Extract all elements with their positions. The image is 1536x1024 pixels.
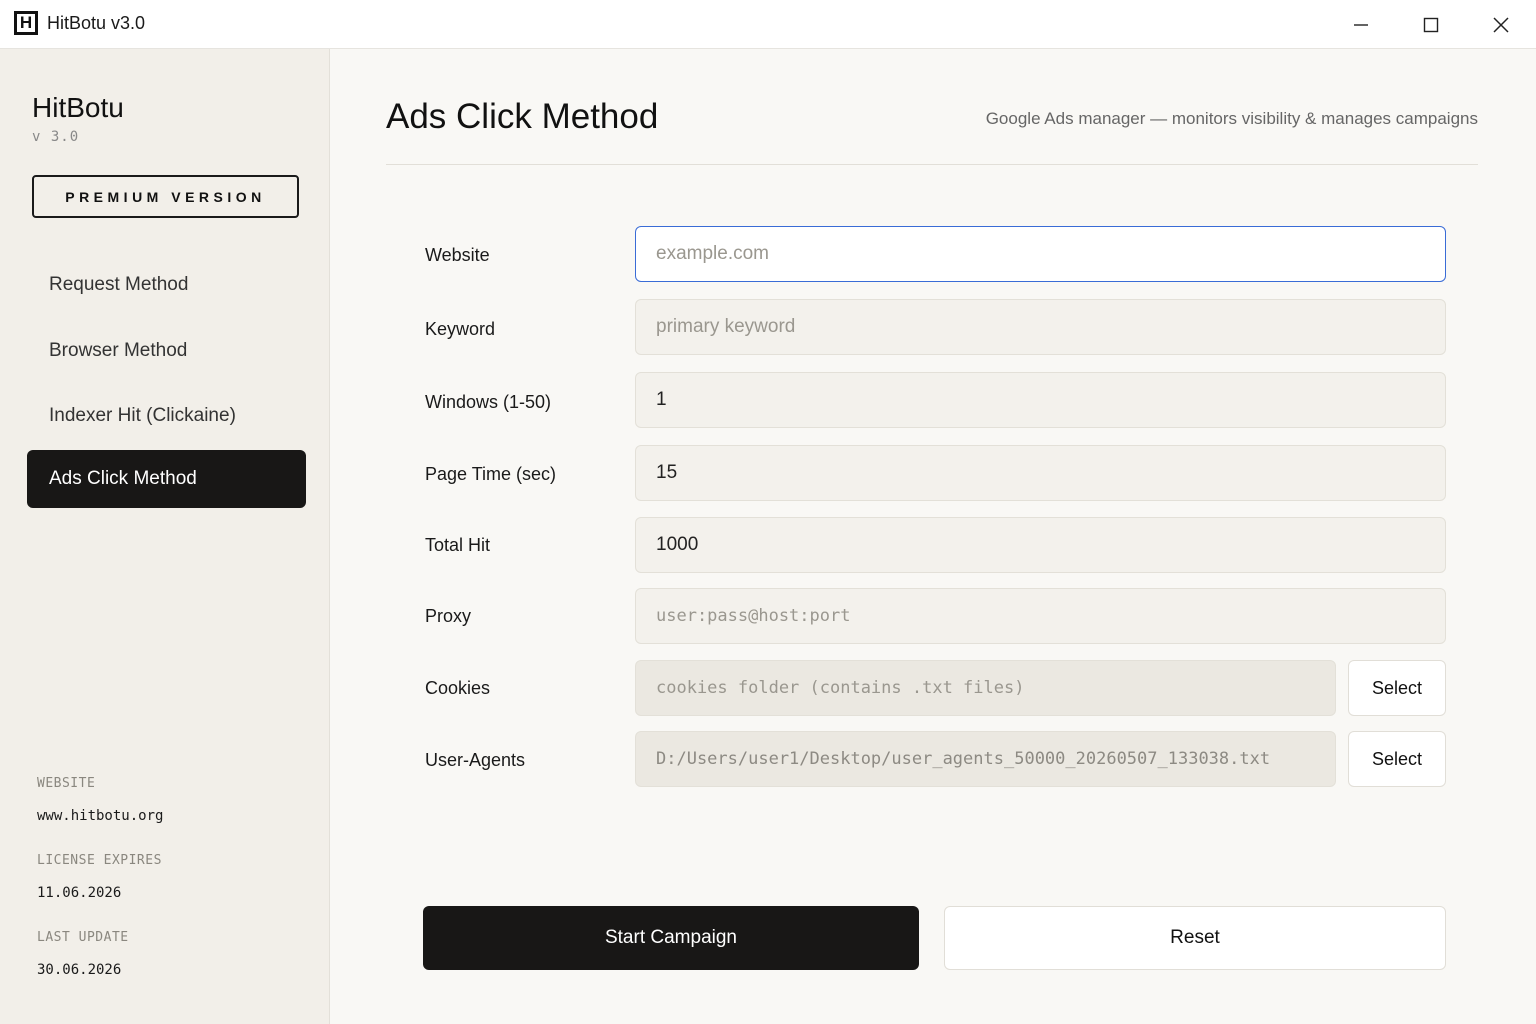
minimize-button[interactable] [1326,0,1396,49]
website-meta-link[interactable]: www.hitbotu.org [37,808,163,824]
license-meta-label: LICENSE EXPIRES [37,853,162,868]
sidebar-item-browser-method[interactable]: Browser Method [27,322,306,380]
page-subtitle: Google Ads manager — monitors visibility… [985,109,1478,128]
maximize-icon [1423,17,1439,32]
app-logo-icon: H [14,11,38,35]
keyword-label: Keyword [425,319,496,339]
proxy-input[interactable] [635,588,1446,644]
proxy-label: Proxy [425,606,472,626]
website-input[interactable] [635,226,1446,282]
sidebar-item-request-method[interactable]: Request Method [27,256,306,314]
page-time-input[interactable] [635,445,1446,501]
header-divider [386,164,1478,165]
brand-version: v 3.0 [32,129,80,145]
cookies-path-input[interactable] [635,660,1336,716]
update-meta-value: 30.06.2026 [37,962,122,978]
close-button[interactable] [1466,0,1536,49]
user-agents-path-input[interactable] [635,731,1336,787]
license-meta-value: 11.06.2026 [37,885,122,901]
website-meta-label: WEBSITE [37,776,96,791]
website-label: Website [425,245,490,265]
reset-button[interactable]: Reset [944,906,1446,970]
premium-version-button[interactable]: PREMIUM VERSION [32,175,299,218]
user-agents-select-button[interactable]: Select [1348,731,1446,787]
main-panel: Ads Click Method Google Ads manager — mo… [331,49,1536,1024]
page-time-label: Page Time (sec) [425,464,557,484]
cookies-label: Cookies [425,678,491,698]
total-hit-label: Total Hit [425,535,491,555]
maximize-button[interactable] [1396,0,1466,49]
close-icon [1493,16,1509,33]
sidebar-item-ads-click-method[interactable]: Ads Click Method [27,450,306,508]
sidebar-item-label: Browser Method [49,340,188,361]
page-title: Ads Click Method [386,97,659,136]
sidebar-item-indexer-hit[interactable]: Indexer Hit (Clickaine) [27,387,306,445]
title-bar: H HitBotu v3.0 [0,0,1536,49]
total-hit-input[interactable] [635,517,1446,573]
user-agents-label: User-Agents [425,750,526,770]
sidebar-item-label: Request Method [49,274,189,295]
sidebar: HitBotu v 3.0 PREMIUM VERSION Request Me… [0,49,330,1024]
keyword-input[interactable] [635,299,1446,355]
start-campaign-button[interactable]: Start Campaign [423,906,919,970]
update-meta-label: LAST UPDATE [37,930,129,945]
brand-name: HitBotu [32,92,124,123]
windows-input[interactable] [635,372,1446,428]
sidebar-item-label: Ads Click Method [49,468,197,489]
window-title: HitBotu v3.0 [47,13,146,33]
cookies-select-button[interactable]: Select [1348,660,1446,716]
app-logo-letter: H [17,14,35,32]
sidebar-item-label: Indexer Hit (Clickaine) [49,405,236,426]
windows-label: Windows (1-50) [425,392,552,412]
minimize-icon [1354,23,1368,26]
